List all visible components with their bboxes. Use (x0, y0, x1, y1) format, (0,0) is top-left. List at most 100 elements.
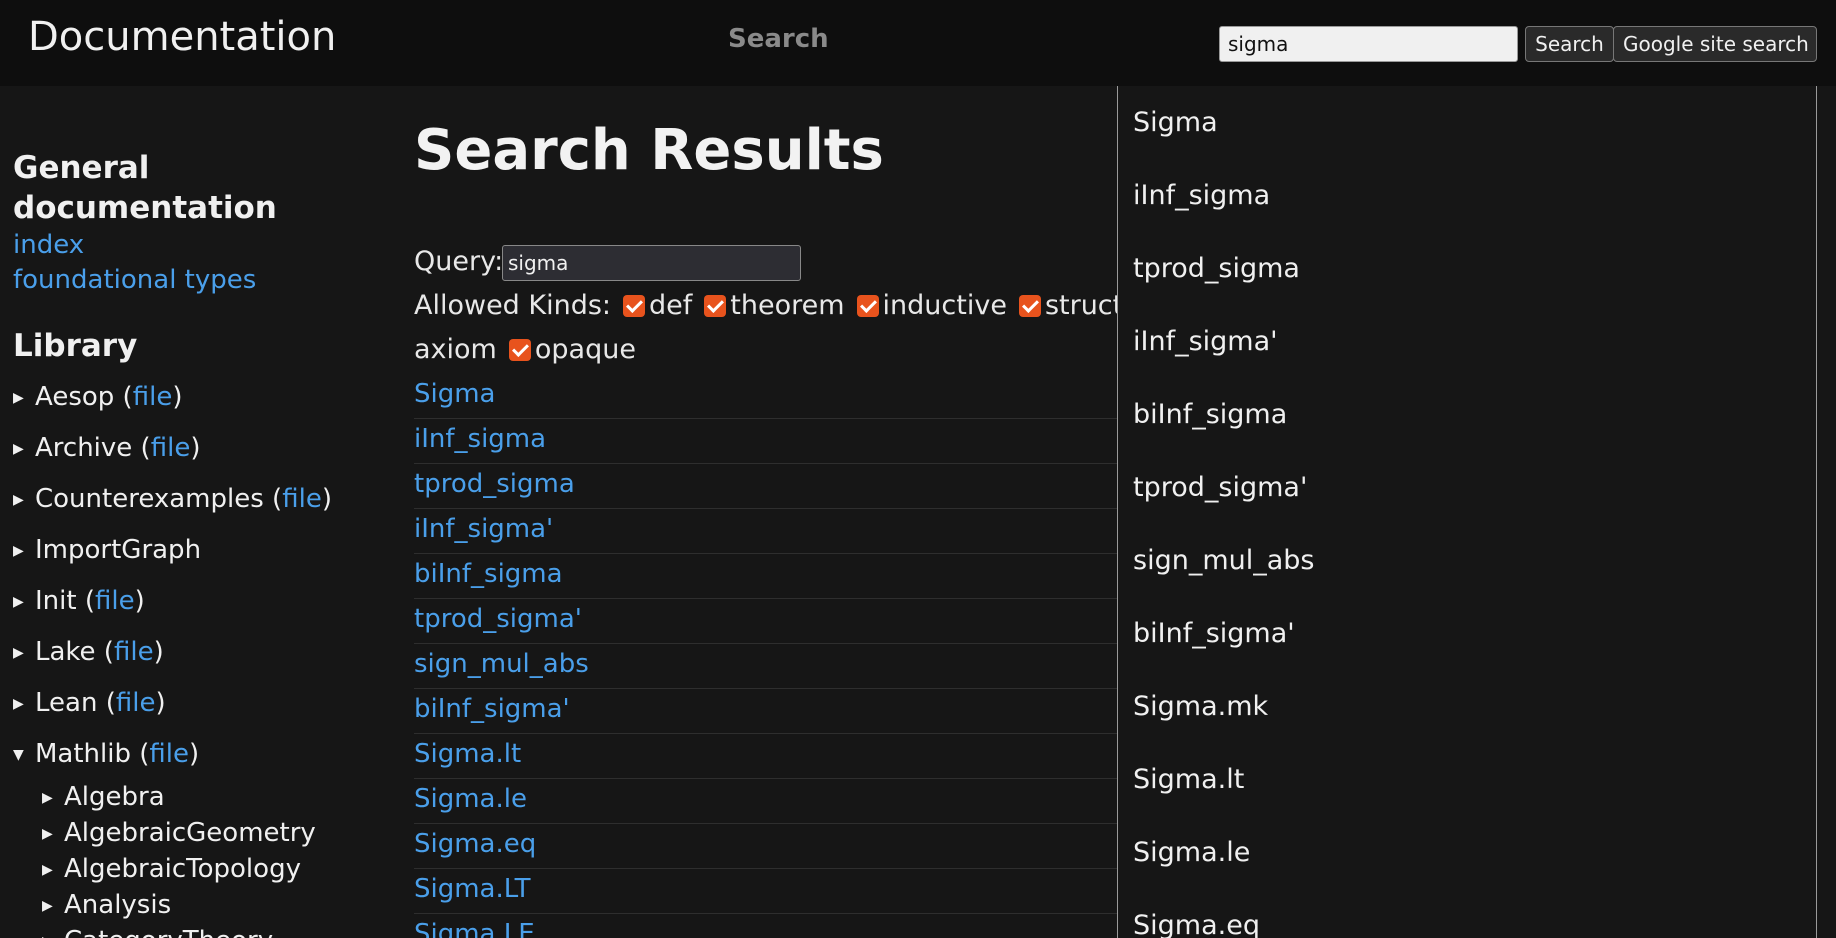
checkbox-checked-icon[interactable] (704, 295, 727, 317)
autocomplete-option[interactable]: sign_mul_abs (1118, 524, 1816, 597)
sidebar-item-label[interactable]: ImportGraph (35, 535, 201, 565)
autocomplete-option[interactable]: biInf_sigma (1118, 378, 1816, 451)
sidebar-subitem[interactable]: ▶ Algebra (13, 780, 393, 816)
search-result-link[interactable]: Sigma.LT (414, 874, 531, 904)
sidebar-item-label[interactable]: Aesop (35, 382, 114, 412)
search-result-link[interactable]: sign_mul_abs (414, 649, 589, 679)
search-result-link[interactable]: iInf_sigma (414, 424, 546, 454)
file-link[interactable]: file (116, 688, 156, 718)
sidebar-item-label[interactable]: Lake (35, 637, 96, 667)
sidebar-item-lake[interactable]: ▶ Lake (file) (13, 627, 393, 678)
triangle-right-icon[interactable]: ▶ (13, 475, 35, 525)
search-result-link[interactable]: Sigma.le (414, 784, 527, 814)
sidebar-subitem[interactable]: ▶ AlgebraicGeometry (13, 816, 393, 852)
kind-label-inductive[interactable]: inductive (883, 290, 1007, 321)
autocomplete-option[interactable]: Sigma.mk (1118, 670, 1816, 743)
kind-label-opaque[interactable]: opaque (535, 334, 636, 365)
file-link[interactable]: file (133, 382, 173, 412)
autocomplete-option[interactable]: Sigma.le (1118, 816, 1816, 889)
sidebar-item-label[interactable]: Mathlib (35, 739, 131, 769)
search-result-link[interactable]: Sigma.LE (414, 919, 535, 938)
checkbox-checked-icon[interactable] (508, 339, 531, 361)
kind-label-theorem[interactable]: theorem (730, 290, 844, 321)
paren: ) (134, 586, 145, 616)
sidebar-item-init[interactable]: ▶ Init (file) (13, 576, 393, 627)
autocomplete-option[interactable]: iInf_sigma' (1118, 305, 1816, 378)
sidebar-item-archive[interactable]: ▶ Archive (file) (13, 423, 393, 474)
search-result-row: iInf_sigma (414, 419, 1174, 464)
autocomplete-option[interactable]: Sigma.lt (1118, 743, 1816, 816)
file-link[interactable]: file (282, 484, 322, 514)
paren: ( (95, 637, 114, 667)
sidebar-subitem-label[interactable]: AlgebraicGeometry (64, 818, 316, 848)
general-doc-link[interactable]: index (13, 228, 393, 263)
triangle-right-icon[interactable]: ▶ (13, 526, 35, 576)
sidebar-item-lean[interactable]: ▶ Lean (file) (13, 678, 393, 729)
top-search-input[interactable] (1219, 26, 1518, 62)
paren: ) (155, 688, 166, 718)
kind-label-def[interactable]: def (649, 290, 692, 321)
search-result-link[interactable]: tprod_sigma' (414, 604, 582, 634)
sidebar-item-label[interactable]: Init (35, 586, 77, 616)
search-result-link[interactable]: Sigma (414, 379, 496, 409)
triangle-right-icon[interactable]: ▶ (13, 577, 35, 627)
sidebar-subitem-label[interactable]: CategoryTheory (64, 926, 273, 938)
checkbox-checked-icon[interactable] (623, 295, 646, 317)
sidebar-item-label[interactable]: Lean (35, 688, 97, 718)
search-result-link[interactable]: biInf_sigma' (414, 694, 570, 724)
search-result-link[interactable]: Sigma.eq (414, 829, 536, 859)
search-result-link[interactable]: Sigma.lt (414, 739, 521, 769)
search-result-link[interactable]: tprod_sigma (414, 469, 575, 499)
autocomplete-option[interactable]: biInf_sigma' (1118, 597, 1816, 670)
paren: ) (190, 433, 201, 463)
file-link[interactable]: file (114, 637, 154, 667)
checkbox-checked-icon[interactable] (856, 295, 879, 317)
search-result-row: tprod_sigma' (414, 599, 1174, 644)
library-heading: Library (13, 328, 138, 364)
sidebar-item-counterexamples[interactable]: ▶ Counterexamples (file) (13, 474, 393, 525)
triangle-right-icon[interactable]: ▶ (13, 373, 35, 423)
sidebar-subitem[interactable]: ▶ AlgebraicTopology (13, 852, 393, 888)
triangle-right-icon[interactable]: ▶ (42, 889, 64, 924)
file-link[interactable]: file (149, 739, 189, 769)
sidebar-subitem-label[interactable]: AlgebraicTopology (64, 854, 301, 884)
site-title[interactable]: Documentation (28, 14, 336, 60)
autocomplete-option[interactable]: tprod_sigma' (1118, 451, 1816, 524)
sidebar-item-label[interactable]: Counterexamples (35, 484, 264, 514)
file-link[interactable]: file (151, 433, 191, 463)
sidebar-subitem-label[interactable]: Analysis (64, 890, 171, 920)
page-title: Search Results (414, 118, 884, 183)
autocomplete-option[interactable]: tprod_sigma (1118, 232, 1816, 305)
autocomplete-option[interactable]: Sigma.eq (1118, 889, 1816, 938)
triangle-right-icon[interactable]: ▶ (42, 781, 64, 816)
file-link[interactable]: file (95, 586, 135, 616)
sidebar-item-aesop[interactable]: ▶ Aesop (file) (13, 372, 393, 423)
triangle-right-icon[interactable]: ▶ (42, 853, 64, 888)
search-button[interactable]: Search (1525, 26, 1614, 62)
checkbox-checked-icon[interactable] (1018, 295, 1041, 317)
sidebar-item-mathlib[interactable]: ▼ Mathlib (file) (13, 729, 393, 780)
triangle-right-icon[interactable]: ▶ (13, 424, 35, 474)
triangle-right-icon[interactable]: ▶ (42, 817, 64, 852)
autocomplete-option[interactable]: iInf_sigma (1118, 159, 1816, 232)
query-label: Query: (414, 246, 504, 277)
sidebar-item-label[interactable]: Archive (35, 433, 132, 463)
search-results-list: Sigma iInf_sigma tprod_sigma iInf_sigma' biI… (414, 374, 1174, 938)
sidebar-item-importgraph[interactable]: ▶ ImportGraph (13, 525, 393, 576)
sidebar-subitem[interactable]: ▶CategoryTheory (13, 924, 393, 938)
sidebar-subitem-label[interactable]: Algebra (64, 782, 165, 812)
triangle-down-icon[interactable]: ▼ (13, 730, 35, 780)
triangle-right-icon[interactable]: ▶ (13, 628, 35, 678)
paren: ) (172, 382, 183, 412)
paren: ( (114, 382, 133, 412)
search-result-link[interactable]: iInf_sigma' (414, 514, 553, 544)
google-site-search-button[interactable]: Google site search (1613, 26, 1817, 62)
triangle-right-icon[interactable]: ▶ (13, 679, 35, 729)
query-input[interactable] (502, 245, 801, 281)
kind-label-axiom[interactable]: axiom (414, 334, 497, 365)
sidebar-subitem[interactable]: ▶ Analysis (13, 888, 393, 924)
triangle-right-icon[interactable]: ▶ (42, 925, 64, 938)
autocomplete-option[interactable]: Sigma (1118, 86, 1816, 159)
search-result-link[interactable]: biInf_sigma (414, 559, 563, 589)
general-doc-link[interactable]: foundational types (13, 263, 393, 298)
